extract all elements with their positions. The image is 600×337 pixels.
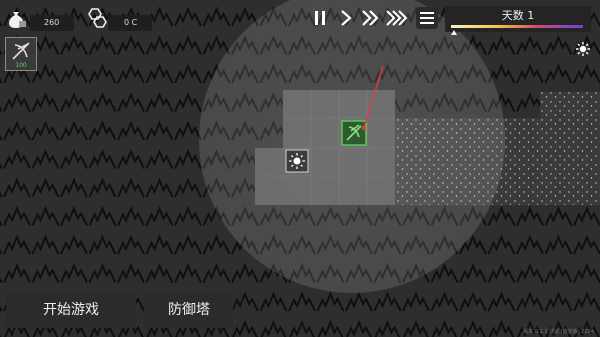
resource-value: 0 C [124,18,138,27]
pause-icon [315,11,325,25]
menu-button[interactable] [416,7,438,29]
fast-forward-button[interactable] [361,8,381,28]
fastest-forward-icon [386,10,408,26]
tower-card-crossbow[interactable]: 100 [5,37,37,71]
hamburger-menu-icon [420,12,434,24]
day-label: 天数 1 [501,9,535,22]
day-progress-marker [450,30,457,35]
day-progress-bar [451,25,583,28]
money-box: 260 [30,15,74,31]
tower-defense-button[interactable]: 防御塔 [145,292,233,328]
money-bag-icon [6,9,28,33]
light-radius [199,0,505,293]
version-text: 版本 0.1.3 测试 (稳定版) 2024 [523,329,594,335]
fastest-forward-button[interactable] [386,8,410,28]
pause-button[interactable] [310,8,330,28]
money-value: 260 [44,18,60,27]
laser-origin [362,126,366,130]
crossbow-icon [12,42,30,60]
tower-card-cost: 100 [15,62,27,69]
sun-icon [575,41,591,61]
day-panel: 天数 1 [445,6,591,35]
play-button[interactable] [336,8,356,28]
sun-tower[interactable] [285,149,309,173]
game-board[interactable] [0,0,600,337]
start-game-button[interactable]: 开始游戏 [6,292,136,328]
play-icon [341,10,352,26]
crossbow-tower[interactable] [341,120,367,146]
fast-forward-icon [362,10,379,26]
resource-box: 0 C [108,15,152,31]
hexagon-resource-icon [84,7,108,33]
